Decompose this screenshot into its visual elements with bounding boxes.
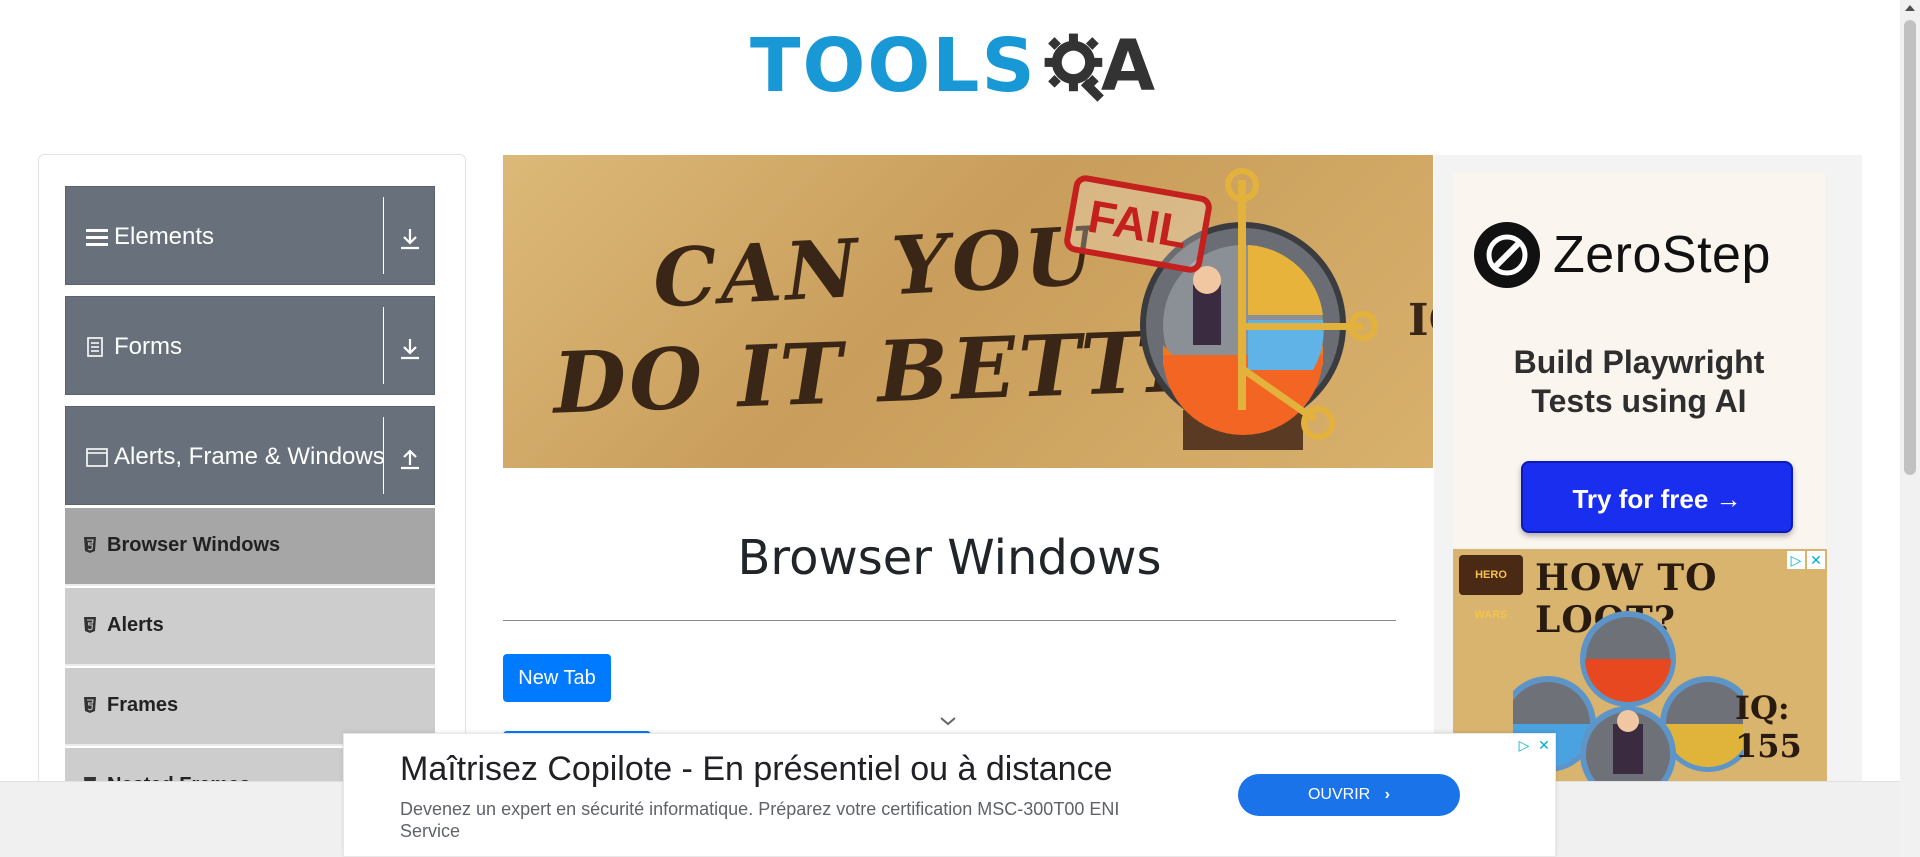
- chevron-down-icon[interactable]: [938, 714, 958, 728]
- download-arrow-icon[interactable]: [396, 225, 424, 253]
- iq-label: IQ: 155: [1735, 689, 1802, 765]
- document-icon: [87, 337, 103, 357]
- window-icon: [86, 448, 108, 467]
- logo-text: TOOLS: [750, 23, 1037, 109]
- sidebar-item-label: Alerts: [107, 614, 164, 636]
- ad-headline[interactable]: Maîtrisez Copilote - En présentiel ou à …: [400, 750, 1112, 789]
- divider: [383, 307, 384, 384]
- hamburger-icon: [86, 229, 108, 246]
- sidebar-item-alerts[interactable]: Alerts: [65, 588, 435, 666]
- sidebar-group-label: Alerts, Frame & Windows: [114, 443, 385, 470]
- banner-line1: CAN YOU: [650, 208, 1100, 326]
- vertical-scrollbar[interactable]: [1900, 0, 1920, 857]
- zerostep-tagline: Build Playwright Tests using AI: [1453, 343, 1825, 421]
- ad-choices[interactable]: ▷ ✕: [1515, 736, 1553, 754]
- title-divider: [503, 620, 1396, 621]
- toolsqa-logo[interactable]: TOOLS A: [750, 18, 1155, 114]
- close-icon[interactable]: ✕: [1535, 736, 1553, 754]
- sidebar-item-label: Browser Windows: [107, 534, 281, 556]
- page: TOOLS A Elements Forms Alerts, Frame & W…: [0, 0, 1920, 857]
- close-icon[interactable]: ✕: [1807, 551, 1825, 569]
- banner-corner-text: IC: [1408, 295, 1433, 346]
- zerostep-brand: ZeroStep: [1553, 226, 1771, 284]
- ad-choices[interactable]: ▷ ✕: [1787, 551, 1825, 569]
- ad-info-icon[interactable]: ▷: [1787, 551, 1805, 569]
- sidebar-group-elements[interactable]: Elements: [65, 186, 435, 285]
- sidebar-item-browser-windows[interactable]: Browser Windows: [65, 508, 435, 586]
- tagline-line2: Tests using AI: [1531, 383, 1747, 419]
- chevron-right-icon: ›: [1384, 786, 1390, 803]
- download-arrow-icon[interactable]: [396, 335, 424, 363]
- divider: [383, 197, 384, 274]
- new-tab-button[interactable]: New Tab: [503, 654, 611, 702]
- html5-icon: [84, 537, 96, 553]
- divider: [383, 417, 384, 494]
- upload-arrow-icon[interactable]: [396, 445, 424, 473]
- ad-description: Devenez un expert en sécurité informatiq…: [400, 799, 1120, 841]
- sidebar-group-forms[interactable]: Forms: [65, 296, 435, 395]
- zerostep-ad[interactable]: ZeroStep Build Playwright Tests using AI…: [1453, 173, 1825, 547]
- try-for-free-button[interactable]: Try for free →: [1521, 461, 1793, 533]
- scroll-thumb[interactable]: [1904, 20, 1916, 475]
- bottom-ad[interactable]: Maîtrisez Copilote - En présentiel ou à …: [343, 733, 1556, 857]
- sidebar-group-label: Forms: [114, 333, 182, 360]
- logo-suffix: A: [1100, 25, 1155, 107]
- ouvrir-label: OUVRIR: [1307, 786, 1371, 803]
- tagline-line1: Build Playwright: [1513, 344, 1765, 380]
- ouvrir-button[interactable]: OUVRIR ›: [1238, 774, 1460, 816]
- sidebar-group-alerts-frame-windows[interactable]: Alerts, Frame & Windows: [65, 406, 435, 505]
- ad-info-icon[interactable]: ▷: [1515, 736, 1533, 754]
- banner-ad[interactable]: CAN YOU DO IT BETTER? FAIL IC: [503, 155, 1433, 468]
- zerostep-logo-icon: [1474, 222, 1540, 288]
- html5-icon: [84, 697, 96, 713]
- sidebar-item-label: Frames: [107, 694, 179, 716]
- scroll-up-arrow-icon[interactable]: [1905, 5, 1915, 11]
- page-title: Browser Windows: [737, 530, 1162, 586]
- sidebar-group-label: Elements: [114, 223, 215, 250]
- html5-icon: [84, 617, 96, 633]
